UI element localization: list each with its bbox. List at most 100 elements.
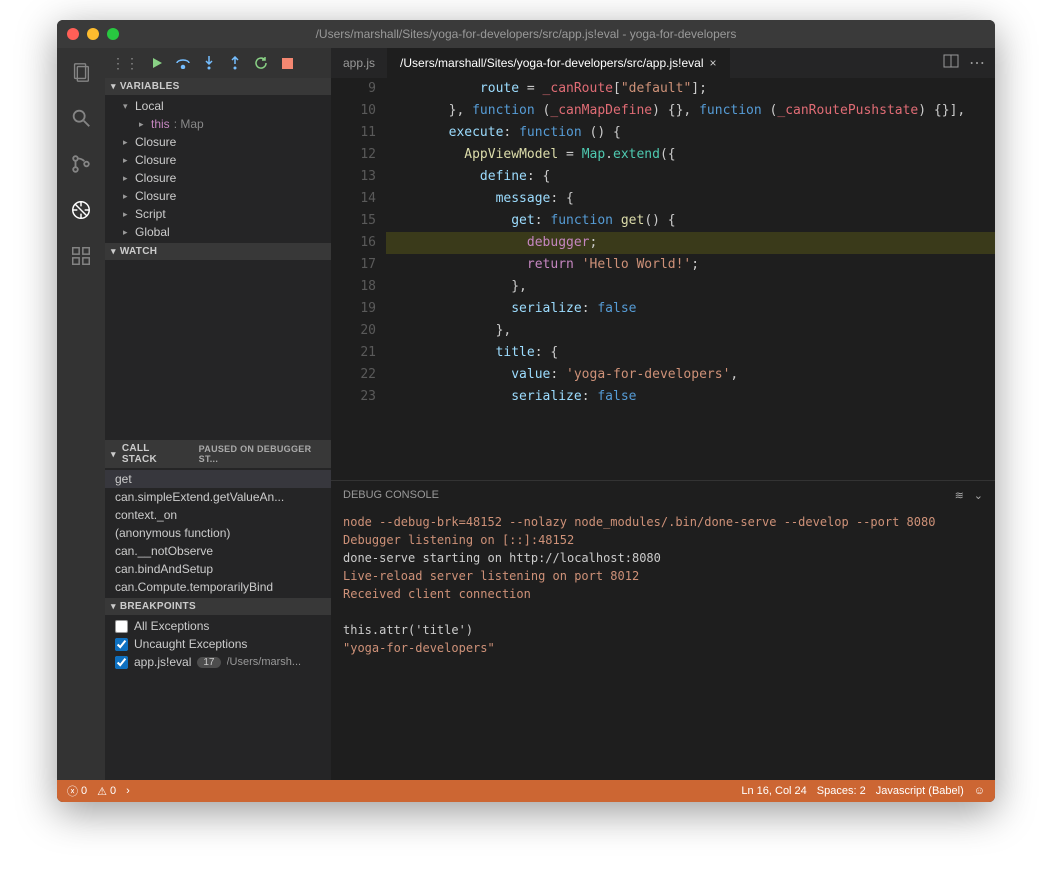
- variables-header[interactable]: ▾VARIABLES: [105, 78, 331, 95]
- line-number[interactable]: 15: [331, 210, 376, 232]
- checkbox-breakpoint-item[interactable]: [115, 656, 128, 669]
- code-line[interactable]: value: 'yoga-for-developers',: [386, 364, 995, 386]
- code-line[interactable]: AppViewModel = Map.extend({: [386, 144, 995, 166]
- indentation[interactable]: Spaces: 2: [817, 785, 866, 797]
- line-number[interactable]: 13: [331, 166, 376, 188]
- editor-tab[interactable]: app.js: [331, 48, 388, 78]
- chevron-down-icon: ▾: [111, 246, 116, 257]
- code-line[interactable]: return 'Hello World!';: [386, 254, 995, 276]
- zoom-window-button[interactable]: [107, 28, 119, 40]
- checkbox-uncaught-exceptions[interactable]: [115, 638, 128, 651]
- chevron-right-icon: ▸: [139, 119, 147, 130]
- line-number[interactable]: 16: [331, 232, 376, 254]
- line-number[interactable]: 17: [331, 254, 376, 276]
- stackframe-row[interactable]: (anonymous function): [105, 524, 331, 542]
- stackframe-row[interactable]: can.Compute.temporarilyBind: [105, 578, 331, 596]
- cursor-position[interactable]: Ln 16, Col 24: [741, 785, 806, 797]
- callstack-body: getcan.simpleExtend.getValueAn...context…: [105, 468, 331, 598]
- debug-console-body[interactable]: node --debug-brk=48152 --nolazy node_mod…: [331, 509, 995, 780]
- chevron-down-icon[interactable]: ⌄: [974, 489, 983, 502]
- debug-sidebar: ⋮⋮ ▾VARIABLES ▾Local▸this: Map▸Closure▸C…: [105, 48, 331, 780]
- code-line[interactable]: serialize: false: [386, 386, 995, 408]
- titlebar: /Users/marshall/Sites/yoga-for-developer…: [57, 20, 995, 48]
- stackframe-row[interactable]: can.simpleExtend.getValueAn...: [105, 488, 331, 506]
- watch-header[interactable]: ▾WATCH: [105, 243, 331, 260]
- breadcrumb-indicator[interactable]: ›: [126, 785, 130, 797]
- code-line[interactable]: execute: function () {: [386, 122, 995, 144]
- console-line: [343, 603, 983, 621]
- line-number[interactable]: 23: [331, 386, 376, 408]
- stop-button[interactable]: [279, 55, 295, 71]
- errors-indicator[interactable]: ⓧ 0: [67, 783, 87, 799]
- line-number[interactable]: 19: [331, 298, 376, 320]
- code-line[interactable]: }, function (_canMapDefine) {}, function…: [386, 100, 995, 122]
- scope-row[interactable]: ▸Global: [105, 223, 331, 241]
- feedback-icon[interactable]: ☺: [974, 785, 985, 797]
- line-number[interactable]: 21: [331, 342, 376, 364]
- breakpoints-header[interactable]: ▾BREAKPOINTS: [105, 598, 331, 615]
- code-line[interactable]: debugger;: [386, 232, 995, 254]
- scope-row[interactable]: ▸Closure: [105, 169, 331, 187]
- line-number[interactable]: 9: [331, 78, 376, 100]
- continue-button[interactable]: [149, 55, 165, 71]
- debug-icon[interactable]: [67, 196, 95, 224]
- console-line: Received client connection: [343, 585, 983, 603]
- stackframe-row[interactable]: can.__notObserve: [105, 542, 331, 560]
- editor-tabs: app.js/Users/marshall/Sites/yoga-for-dev…: [331, 48, 995, 78]
- code-content[interactable]: route = _canRoute["default"]; }, functio…: [386, 78, 995, 480]
- stackframe-row[interactable]: get: [105, 470, 331, 488]
- scope-row[interactable]: ▸Closure: [105, 133, 331, 151]
- restart-button[interactable]: [253, 55, 269, 71]
- split-editor-icon[interactable]: [943, 54, 959, 73]
- scope-row[interactable]: ▸Closure: [105, 151, 331, 169]
- code-line[interactable]: serialize: false: [386, 298, 995, 320]
- line-number[interactable]: 11: [331, 122, 376, 144]
- warnings-indicator[interactable]: ⚠ 0: [97, 785, 116, 798]
- step-over-button[interactable]: [175, 55, 191, 71]
- editor-tab[interactable]: /Users/marshall/Sites/yoga-for-developer…: [388, 48, 729, 78]
- variable-row[interactable]: ▸this: Map: [105, 115, 331, 133]
- step-out-button[interactable]: [227, 55, 243, 71]
- line-number[interactable]: 20: [331, 320, 376, 342]
- clear-console-icon[interactable]: ≋: [955, 489, 964, 502]
- stackframe-row[interactable]: context._on: [105, 506, 331, 524]
- close-tab-icon[interactable]: ×: [709, 56, 716, 70]
- stackframe-row[interactable]: can.bindAndSetup: [105, 560, 331, 578]
- code-line[interactable]: },: [386, 276, 995, 298]
- close-window-button[interactable]: [67, 28, 79, 40]
- step-into-button[interactable]: [201, 55, 217, 71]
- code-line[interactable]: define: {: [386, 166, 995, 188]
- search-icon[interactable]: [67, 104, 95, 132]
- code-line[interactable]: },: [386, 320, 995, 342]
- console-line: done-serve starting on http://localhost:…: [343, 549, 983, 567]
- checkbox-all-exceptions[interactable]: [115, 620, 128, 633]
- extensions-icon[interactable]: [67, 242, 95, 270]
- line-number[interactable]: 22: [331, 364, 376, 386]
- line-number[interactable]: 12: [331, 144, 376, 166]
- code-line[interactable]: route = _canRoute["default"];: [386, 78, 995, 100]
- code-line[interactable]: get: function get() {: [386, 210, 995, 232]
- line-number[interactable]: 10: [331, 100, 376, 122]
- more-icon[interactable]: ⋯: [969, 53, 985, 73]
- scope-row[interactable]: ▸Script: [105, 205, 331, 223]
- vscode-window: /Users/marshall/Sites/yoga-for-developer…: [57, 20, 995, 802]
- chevron-down-icon: ▾: [111, 601, 116, 612]
- language-mode[interactable]: Javascript (Babel): [876, 785, 964, 797]
- source-control-icon[interactable]: [67, 150, 95, 178]
- code-line[interactable]: title: {: [386, 342, 995, 364]
- line-number[interactable]: 14: [331, 188, 376, 210]
- drag-handle-icon[interactable]: ⋮⋮: [111, 55, 139, 72]
- explorer-icon[interactable]: [67, 58, 95, 86]
- callstack-header[interactable]: ▾CALL STACK PAUSED ON DEBUGGER ST...: [105, 440, 331, 468]
- code-line[interactable]: message: {: [386, 188, 995, 210]
- breakpoints-body: All Exceptions Uncaught Exceptions app.j…: [105, 615, 331, 673]
- code-editor[interactable]: 91011121314151617181920212223 route = _c…: [331, 78, 995, 480]
- watch-body: [105, 260, 331, 440]
- scope-row[interactable]: ▸Closure: [105, 187, 331, 205]
- activity-bar: [57, 48, 105, 780]
- line-number[interactable]: 18: [331, 276, 376, 298]
- console-line: this.attr('title'): [343, 621, 983, 639]
- minimize-window-button[interactable]: [87, 28, 99, 40]
- chevron-right-icon: ▸: [123, 209, 131, 220]
- scope-row[interactable]: ▾Local: [105, 97, 331, 115]
